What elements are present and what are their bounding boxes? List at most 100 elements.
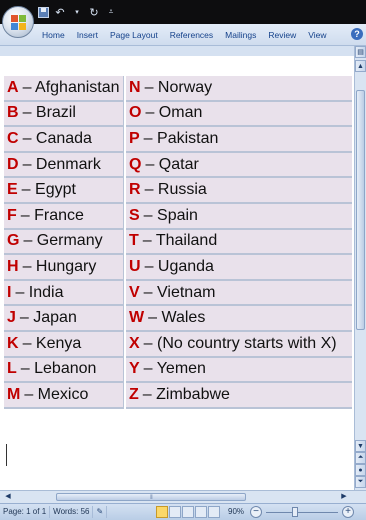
table-cell[interactable]: W – Wales bbox=[126, 306, 352, 332]
table-cell[interactable]: S – Spain bbox=[126, 203, 352, 230]
scroll-up-button[interactable]: ▲ bbox=[355, 60, 366, 72]
country-name: – Russia bbox=[144, 181, 207, 199]
table-cell[interactable]: A – Afghanistan bbox=[4, 76, 124, 102]
table-cell[interactable]: O – Oman bbox=[126, 101, 352, 128]
tab-home[interactable]: Home bbox=[36, 28, 71, 42]
horizontal-scrollbar[interactable]: ◀ ⦀ ▶ bbox=[0, 490, 366, 503]
initial-letter: Q bbox=[129, 155, 142, 173]
initial-letter: T bbox=[129, 232, 139, 250]
zoom-in-button[interactable]: + bbox=[342, 506, 354, 518]
initial-letter: I bbox=[7, 283, 12, 301]
scroll-left-button[interactable]: ◀ bbox=[2, 492, 14, 502]
previous-page-button[interactable]: ⏶ bbox=[355, 452, 366, 464]
save-icon bbox=[37, 6, 49, 18]
draft-view-button[interactable] bbox=[208, 506, 220, 518]
table-cell[interactable]: D – Denmark bbox=[4, 152, 124, 179]
zoom-slider-track[interactable] bbox=[266, 512, 338, 513]
table-cell[interactable]: N – Norway bbox=[126, 76, 352, 102]
table-cell[interactable]: K – Kenya bbox=[4, 331, 124, 358]
table-row: D – Denmark Q – Qatar bbox=[4, 152, 352, 179]
help-button[interactable]: ? bbox=[351, 28, 363, 40]
table-cell[interactable]: U – Uganda bbox=[126, 255, 352, 281]
zoom-level[interactable]: 90% bbox=[228, 506, 244, 518]
table-cell[interactable]: C – Canada bbox=[4, 127, 124, 153]
table-cell[interactable]: Z – Zimbabwe bbox=[126, 383, 352, 409]
save-button[interactable] bbox=[36, 5, 50, 19]
tab-insert[interactable]: Insert bbox=[71, 28, 104, 42]
initial-letter: Y bbox=[129, 360, 140, 378]
ruler-toggle-button[interactable]: ▤ bbox=[355, 46, 366, 58]
table-cell[interactable]: Y – Yemen bbox=[126, 357, 352, 384]
table-row: L – Lebanon Y – Yemen bbox=[4, 357, 352, 384]
initial-letter: V bbox=[129, 283, 140, 301]
country-name: – Denmark bbox=[22, 155, 101, 173]
table-cell[interactable]: T – Thailand bbox=[126, 229, 352, 256]
tab-references[interactable]: References bbox=[164, 28, 219, 42]
scroll-right-button[interactable]: ▶ bbox=[338, 492, 350, 502]
arrow-up-icon: ▲ bbox=[357, 62, 364, 70]
zoom-slider-thumb[interactable] bbox=[292, 507, 298, 517]
web-layout-view-button[interactable] bbox=[182, 506, 194, 518]
table-cell[interactable]: F – France bbox=[4, 203, 124, 230]
table-cell[interactable]: P – Pakistan bbox=[126, 127, 352, 153]
proofing-icon[interactable]: ✎ bbox=[93, 506, 108, 518]
table-cell[interactable]: R – Russia bbox=[126, 178, 352, 204]
table-cell[interactable]: E – Egypt bbox=[4, 178, 124, 204]
country-name: – Hungary bbox=[22, 257, 97, 275]
tab-review[interactable]: Review bbox=[262, 28, 302, 42]
tab-page-layout[interactable]: Page Layout bbox=[104, 28, 164, 42]
table-cell[interactable]: V – Vietnam bbox=[126, 280, 352, 307]
table-row: E – Egypt R – Russia bbox=[4, 178, 352, 204]
undo-dropdown-button[interactable]: ▾ bbox=[70, 5, 84, 19]
table-row: F – France S – Spain bbox=[4, 203, 352, 230]
country-name: – Pakistan bbox=[143, 129, 219, 147]
table-cell[interactable]: L – Lebanon bbox=[4, 357, 124, 384]
word-count[interactable]: Words: 56 bbox=[50, 506, 94, 518]
horizontal-scroll-thumb[interactable]: ⦀ bbox=[56, 493, 246, 501]
vertical-scrollbar[interactable]: ▤ ▲ ▼ ⏶ ● ⏷ bbox=[354, 46, 366, 490]
initial-letter: P bbox=[129, 129, 140, 147]
table-cell[interactable]: Q – Qatar bbox=[126, 152, 352, 179]
repeat-button[interactable]: ↻ bbox=[87, 5, 101, 19]
initial-letter: L bbox=[7, 360, 17, 378]
undo-button[interactable]: ↶ bbox=[53, 5, 67, 19]
country-name: – Qatar bbox=[145, 155, 199, 173]
table-cell[interactable]: J – Japan bbox=[4, 306, 124, 332]
table-cell[interactable]: X – (No country starts with X) bbox=[126, 331, 352, 358]
table-cell[interactable]: G – Germany bbox=[4, 229, 124, 256]
zoom-out-button[interactable]: − bbox=[250, 506, 262, 518]
double-down-icon: ⏷ bbox=[357, 478, 364, 485]
country-name: – Lebanon bbox=[20, 360, 97, 378]
status-bar: Page: 1 of 1 Words: 56 ✎ 90% − + bbox=[0, 503, 366, 520]
browse-object-button[interactable]: ● bbox=[355, 464, 366, 476]
page-count[interactable]: Page: 1 of 1 bbox=[0, 506, 51, 518]
initial-letter: M bbox=[7, 385, 21, 403]
initial-letter: N bbox=[129, 78, 141, 96]
country-name: – Afghanistan bbox=[22, 78, 120, 96]
document-area[interactable]: A – Afghanistan N – Norway B – Brazil O – Oman C… bbox=[0, 56, 354, 490]
tab-mailings[interactable]: Mailings bbox=[219, 28, 262, 42]
initial-letter: A bbox=[7, 78, 19, 96]
table-cell[interactable]: I – India bbox=[4, 280, 124, 307]
table-cell[interactable]: B – Brazil bbox=[4, 101, 124, 128]
outline-view-button[interactable] bbox=[195, 506, 207, 518]
print-layout-view-button[interactable] bbox=[156, 506, 168, 518]
ribbon-collapsed-strip bbox=[0, 46, 366, 56]
ribbon-tabs: Home Insert Page Layout References Mailings R… bbox=[36, 28, 333, 42]
arrow-right-icon: ▶ bbox=[341, 493, 347, 500]
undo-icon: ↶ bbox=[55, 6, 65, 19]
customize-toolbar-button[interactable]: ⩡ bbox=[104, 5, 118, 19]
next-page-button[interactable]: ⏷ bbox=[355, 476, 366, 488]
table-cell[interactable]: H – Hungary bbox=[4, 255, 124, 281]
initial-letter: C bbox=[7, 129, 19, 147]
table-cell[interactable]: M – Mexico bbox=[4, 383, 124, 409]
tab-view[interactable]: View bbox=[302, 28, 332, 42]
vertical-scroll-thumb[interactable] bbox=[356, 90, 365, 330]
scroll-down-button[interactable]: ▼ bbox=[355, 440, 366, 452]
full-screen-reading-view-button[interactable] bbox=[169, 506, 181, 518]
view-buttons bbox=[156, 506, 220, 518]
office-button[interactable] bbox=[2, 6, 34, 38]
quick-access-toolbar: ↶ ▾ ↻ ⩡ bbox=[36, 4, 118, 20]
table-row: H – Hungary U – Uganda bbox=[4, 255, 352, 281]
document-page[interactable]: A – Afghanistan N – Norway B – Brazil O – Oman C… bbox=[0, 56, 354, 490]
